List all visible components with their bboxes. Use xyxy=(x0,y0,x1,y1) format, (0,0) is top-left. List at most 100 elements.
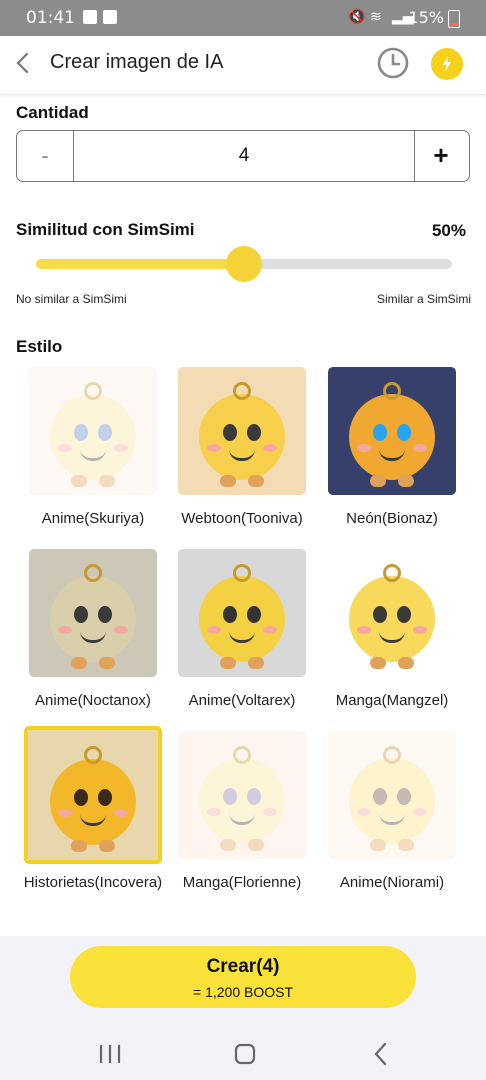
home-icon xyxy=(234,1043,256,1065)
back-button[interactable] xyxy=(10,48,38,78)
cheek xyxy=(207,626,221,635)
create-button[interactable]: Crear(4) = 1,200 BOOST xyxy=(70,946,416,1008)
style-name: Neón(Bionaz) xyxy=(346,510,438,527)
style-thumbnail xyxy=(328,367,456,495)
simsimi-character xyxy=(349,394,435,481)
decrement-button[interactable]: - xyxy=(17,131,73,181)
style-label: Estilo xyxy=(16,337,63,356)
feet xyxy=(370,475,414,487)
battery-percent: 15% xyxy=(408,8,444,27)
simsimi-character xyxy=(50,394,136,481)
cheek xyxy=(58,808,72,817)
wifi-icon: ≋ xyxy=(370,9,382,25)
battery-icon xyxy=(448,10,460,28)
clock-icon xyxy=(377,47,409,79)
style-thumbnail xyxy=(29,367,157,495)
style-thumbnail xyxy=(24,726,162,864)
boost-button[interactable] xyxy=(431,48,463,80)
style-option[interactable]: Anime(Skuriya) xyxy=(19,367,167,529)
hair-curl xyxy=(84,745,102,764)
create-button-label: Crear(4) xyxy=(206,956,280,977)
quantity-label: Cantidad xyxy=(16,103,89,122)
style-option[interactable]: Neón(Bionaz) xyxy=(318,367,466,529)
style-thumbnail xyxy=(29,549,157,677)
eye xyxy=(223,424,237,442)
page-title: Crear imagen de IA xyxy=(50,51,224,73)
style-option[interactable]: Historietas(Incoverа) xyxy=(19,726,167,893)
style-option[interactable]: Webtoon(Tooniva) xyxy=(168,367,316,529)
eye xyxy=(98,424,112,442)
eye xyxy=(397,788,411,806)
status-bar: 01:41 🔇 ≋ ▂▄ 15% xyxy=(0,0,486,36)
app-header: Crear imagen de IA xyxy=(0,36,486,95)
feet xyxy=(71,657,115,669)
simsimi-character xyxy=(349,758,435,845)
style-name: Anime(Voltarex) xyxy=(188,692,296,709)
similarity-percent: 50% xyxy=(431,221,466,240)
cheek xyxy=(58,626,72,635)
system-back-button[interactable] xyxy=(360,1040,400,1068)
lightning-icon xyxy=(443,56,451,72)
style-option[interactable]: Manga(Mangzel) xyxy=(318,549,466,711)
feet xyxy=(370,657,414,669)
eye xyxy=(98,606,112,624)
increment-button[interactable]: + xyxy=(413,131,469,181)
cheek xyxy=(58,444,72,453)
style-name: Anime(Niorami) xyxy=(339,874,445,891)
cheek xyxy=(357,626,371,635)
style-thumbnail xyxy=(178,367,306,495)
mouth xyxy=(379,449,405,462)
cheek xyxy=(114,626,128,635)
home-button[interactable] xyxy=(225,1040,265,1068)
style-thumbnail xyxy=(328,549,456,677)
slider-min-label: No similar a SimSimi xyxy=(16,292,127,306)
feet xyxy=(220,657,264,669)
eye xyxy=(247,788,261,806)
mouth xyxy=(80,814,106,826)
feet xyxy=(220,839,264,851)
style-name: Webtoon(Tooniva) xyxy=(181,510,303,527)
create-cost: = 1,200 BOOST xyxy=(193,984,293,1000)
style-option[interactable]: Anime(Noctanox) xyxy=(19,549,167,711)
slider-handle[interactable] xyxy=(226,246,262,282)
style-option[interactable]: Anime(Voltarex) xyxy=(168,549,316,711)
eye xyxy=(247,424,261,442)
style-option[interactable]: Manga(Florienne) xyxy=(168,731,316,893)
cheek xyxy=(357,444,371,453)
check-notification-icon xyxy=(103,10,117,24)
quantity-value: 4 xyxy=(73,131,415,181)
simsimi-character xyxy=(199,394,285,481)
status-time: 01:41 xyxy=(26,8,75,28)
cheek xyxy=(207,444,221,453)
style-name: Manga(Mangzel) xyxy=(335,692,449,709)
eye xyxy=(373,424,387,442)
style-thumbnail xyxy=(178,549,306,677)
eye xyxy=(247,606,261,624)
system-nav-bar xyxy=(0,1028,486,1080)
similarity-label: Similitud con SimSimi xyxy=(16,220,195,239)
eye xyxy=(223,606,237,624)
feet xyxy=(71,840,115,852)
mouth xyxy=(80,449,106,462)
style-name: Manga(Florienne) xyxy=(182,874,302,891)
feet xyxy=(71,475,115,487)
cheek xyxy=(413,808,427,817)
style-thumbnail xyxy=(328,731,456,859)
recent-apps-button[interactable] xyxy=(90,1040,130,1068)
similarity-slider[interactable] xyxy=(36,246,452,282)
alert-notification-icon xyxy=(83,10,97,24)
chevron-left-icon xyxy=(16,52,29,74)
simsimi-character xyxy=(50,576,136,663)
slider-fill xyxy=(36,259,244,269)
cheek xyxy=(263,808,277,817)
eye xyxy=(373,606,387,624)
simsimi-character xyxy=(50,758,136,845)
history-button[interactable] xyxy=(376,46,410,80)
style-option[interactable]: Anime(Niorami) xyxy=(318,731,466,893)
cheek xyxy=(114,808,128,817)
style-name: Historietas(Incoverа) xyxy=(23,874,163,891)
cheek xyxy=(263,626,277,635)
mouth xyxy=(229,631,255,644)
eye xyxy=(223,788,237,806)
eye xyxy=(397,424,411,442)
